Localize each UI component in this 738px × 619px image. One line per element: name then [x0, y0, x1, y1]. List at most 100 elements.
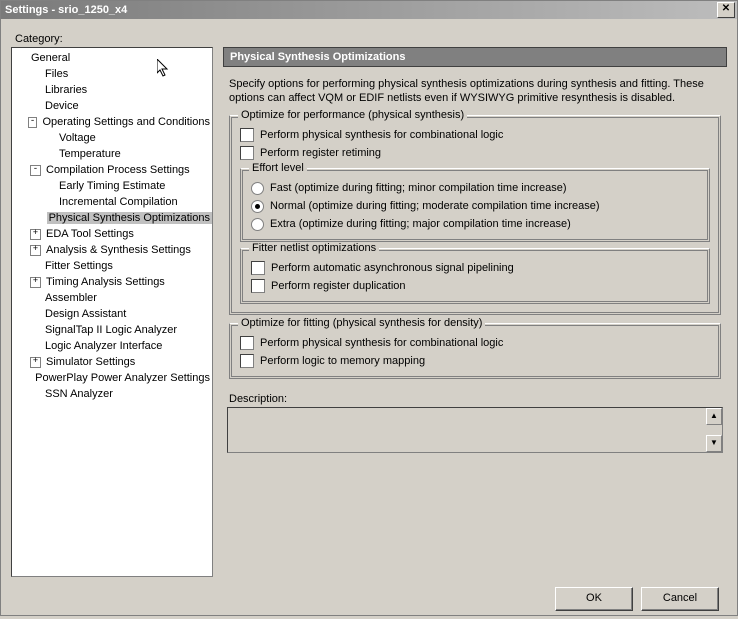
scroll-up-icon[interactable]: ▲ [706, 408, 722, 425]
tree-item[interactable]: Device [12, 98, 212, 114]
tree-item-label[interactable]: Temperature [57, 148, 123, 160]
tree-item-label[interactable]: Design Assistant [43, 308, 128, 320]
tree-item-label[interactable]: SSN Analyzer [43, 388, 115, 400]
tree-item-label[interactable]: Operating Settings and Conditions [40, 116, 212, 128]
tree-item-label[interactable]: Timing Analysis Settings [44, 276, 167, 288]
chk-perf-combinational[interactable] [240, 128, 254, 142]
tree-toggle-icon[interactable]: - [28, 117, 38, 128]
tree-item-label[interactable]: Incremental Compilation [57, 196, 180, 208]
radio-effort-normal-label: Normal (optimize during fitting; moderat… [270, 200, 600, 212]
tree-item-label[interactable]: Device [43, 100, 81, 112]
tree-item-label[interactable]: Voltage [57, 132, 98, 144]
tree-item-label[interactable]: Early Timing Estimate [57, 180, 167, 192]
tree-item-label[interactable]: Fitter Settings [43, 260, 115, 272]
tree-branch-icon [16, 54, 29, 63]
tree-item-label[interactable]: Compilation Process Settings [44, 164, 192, 176]
tree-item[interactable]: PowerPlay Power Analyzer Settings [12, 370, 212, 386]
tree-item-label[interactable]: PowerPlay Power Analyzer Settings [33, 372, 212, 384]
tree-item-label[interactable]: Physical Synthesis Optimizations [47, 212, 212, 224]
tree-branch-icon [44, 134, 57, 143]
chk-fitter-duplication-label: Perform register duplication [271, 280, 406, 292]
tree-item-label[interactable]: EDA Tool Settings [44, 228, 136, 240]
cancel-button[interactable]: Cancel [641, 587, 719, 611]
tree-toggle-icon[interactable]: - [30, 165, 41, 176]
tree-item-label[interactable]: Files [43, 68, 70, 80]
tree-branch-icon [30, 326, 43, 335]
tree-item[interactable]: Incremental Compilation [12, 194, 212, 210]
ok-button[interactable]: OK [555, 587, 633, 611]
tree-item[interactable]: Physical Synthesis Optimizations [12, 210, 212, 226]
tree-toggle-icon[interactable]: + [30, 357, 41, 368]
tree-branch-icon [30, 294, 43, 303]
radio-effort-extra-label: Extra (optimize during fitting; major co… [270, 218, 571, 230]
chk-perf-retiming-label: Perform register retiming [260, 147, 381, 159]
category-label: Category: [15, 33, 727, 45]
tree-item[interactable]: Fitter Settings [12, 258, 212, 274]
description-label: Description: [229, 393, 721, 405]
tree-item[interactable]: SignalTap II Logic Analyzer [12, 322, 212, 338]
radio-effort-fast[interactable] [251, 182, 264, 195]
tree-toggle-icon[interactable]: + [30, 277, 41, 288]
tree-item[interactable]: General [12, 50, 212, 66]
group-performance-legend: Optimize for performance (physical synth… [238, 109, 467, 121]
close-button[interactable]: ✕ [717, 2, 735, 18]
tree-branch-icon [37, 214, 47, 223]
tree-item[interactable]: Design Assistant [12, 306, 212, 322]
tree-branch-icon [30, 86, 43, 95]
tree-item[interactable]: Logic Analyzer Interface [12, 338, 212, 354]
tree-item[interactable]: +Simulator Settings [12, 354, 212, 370]
tree-item-label[interactable]: Libraries [43, 84, 89, 96]
tree-item[interactable]: +Analysis & Synthesis Settings [12, 242, 212, 258]
radio-effort-extra[interactable] [251, 218, 264, 231]
chk-fitter-pipelining[interactable] [251, 261, 265, 275]
chk-fit-combinational[interactable] [240, 336, 254, 350]
scroll-down-icon[interactable]: ▼ [706, 435, 722, 452]
tree-item[interactable]: Temperature [12, 146, 212, 162]
tree-branch-icon [30, 310, 43, 319]
tree-branch-icon [44, 182, 57, 191]
tree-branch-icon [30, 262, 43, 271]
tree-item-label[interactable]: General [29, 52, 72, 64]
group-fitter-legend: Fitter netlist optimizations [249, 242, 379, 254]
panel-heading: Physical Synthesis Optimizations [223, 47, 727, 67]
tree-item-label[interactable]: Simulator Settings [44, 356, 137, 368]
chk-fitter-pipelining-label: Perform automatic asynchronous signal pi… [271, 262, 514, 274]
chk-perf-retiming[interactable] [240, 146, 254, 160]
chk-perf-combinational-label: Perform physical synthesis for combinati… [260, 129, 503, 141]
tree-item[interactable]: -Operating Settings and Conditions [12, 114, 212, 130]
tree-branch-icon [24, 374, 33, 383]
tree-item-label[interactable]: Assembler [43, 292, 99, 304]
tree-branch-icon [30, 342, 43, 351]
group-effort-legend: Effort level [249, 162, 307, 174]
tree-branch-icon [30, 390, 43, 399]
tree-item[interactable]: Libraries [12, 82, 212, 98]
tree-item[interactable]: +EDA Tool Settings [12, 226, 212, 242]
tree-item[interactable]: Voltage [12, 130, 212, 146]
panel-intro: Specify options for performing physical … [229, 77, 721, 105]
titlebar: Settings - srio_1250_x4 ✕ [1, 1, 737, 19]
tree-toggle-icon[interactable]: + [30, 229, 41, 240]
window-title: Settings - srio_1250_x4 [5, 4, 127, 16]
tree-item[interactable]: +Timing Analysis Settings [12, 274, 212, 290]
chk-fit-memory[interactable] [240, 354, 254, 368]
tree-toggle-icon[interactable]: + [30, 245, 41, 256]
tree-item-label[interactable]: Logic Analyzer Interface [43, 340, 164, 352]
group-fitting-legend: Optimize for fitting (physical synthesis… [238, 317, 485, 329]
chk-fitter-duplication[interactable] [251, 279, 265, 293]
radio-effort-fast-label: Fast (optimize during fitting; minor com… [270, 182, 567, 194]
chk-fit-memory-label: Perform logic to memory mapping [260, 355, 425, 367]
category-tree[interactable]: GeneralFilesLibrariesDevice-Operating Se… [11, 47, 213, 577]
tree-branch-icon [30, 102, 43, 111]
description-text[interactable] [228, 408, 706, 452]
chk-fit-combinational-label: Perform physical synthesis for combinati… [260, 337, 503, 349]
description-box: ▲ ▼ [227, 407, 723, 453]
tree-item[interactable]: SSN Analyzer [12, 386, 212, 402]
tree-item[interactable]: Files [12, 66, 212, 82]
tree-item[interactable]: -Compilation Process Settings [12, 162, 212, 178]
tree-item-label[interactable]: SignalTap II Logic Analyzer [43, 324, 179, 336]
tree-item-label[interactable]: Analysis & Synthesis Settings [44, 244, 193, 256]
radio-effort-normal[interactable] [251, 200, 264, 213]
tree-item[interactable]: Assembler [12, 290, 212, 306]
tree-item[interactable]: Early Timing Estimate [12, 178, 212, 194]
tree-branch-icon [44, 150, 57, 159]
